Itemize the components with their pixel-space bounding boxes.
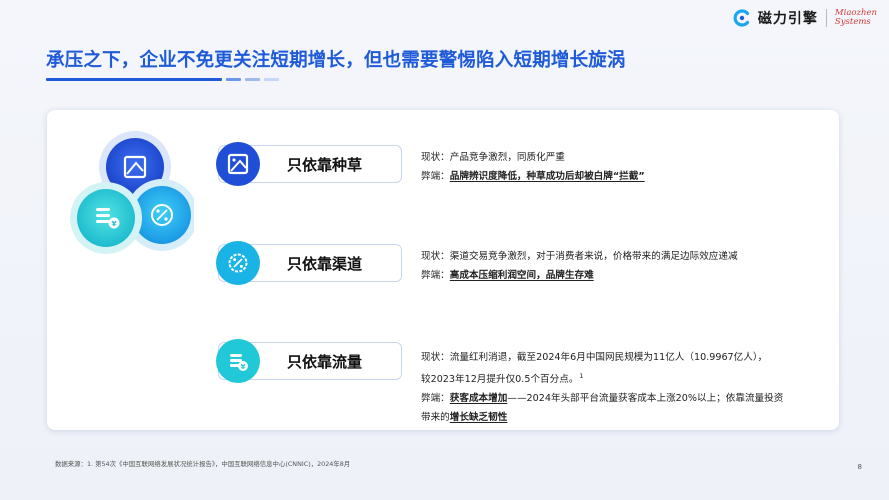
- data-source-note: 数据来源：1. 第54次《中国互联网络发展状况统计报告》，中国互联网络信息中心(…: [55, 460, 351, 468]
- svg-text:¥: ¥: [241, 363, 246, 371]
- strategy-label: 只依靠种草: [287, 156, 363, 174]
- brand-mark-icon: [733, 9, 750, 27]
- content-card: ¥ 只依靠种草 现状：产品竞争激烈，同质化严重 弊端：品牌辨识度降低，种草成功后…: [47, 110, 839, 430]
- brand-logo: 磁力引擎 Miaozhen Systems: [732, 8, 877, 28]
- page-number: 8: [857, 463, 862, 471]
- page-title: 承压之下，企业不免更关注短期增长，但也需要警惕陷入短期增长旋涡: [46, 50, 626, 71]
- brand-name-cn: 磁力引擎: [757, 11, 818, 27]
- brand-name-en: Miaozhen Systems: [834, 8, 877, 27]
- growth-illustration: ¥: [70, 131, 194, 254]
- strategy-label: 只依靠流量: [287, 353, 363, 371]
- footnote-mark: 1: [579, 372, 584, 380]
- strategy-label: 只依靠渠道: [287, 255, 363, 273]
- discount-badge-icon: [216, 241, 260, 285]
- image-frame-icon: [216, 142, 260, 186]
- strategy-description: 现状：产品竞争激烈，同质化严重 弊端：品牌辨识度降低，种草成功后却被白牌“拦截”: [421, 152, 645, 182]
- coin-stack-icon: ¥: [216, 339, 260, 383]
- title-underline: [46, 78, 279, 81]
- strategy-description: 现状：渠道交易竞争激烈，对于消费者来说，价格带来的满足边际效应递减 弊端：高成本…: [421, 251, 738, 281]
- svg-text:¥: ¥: [112, 220, 117, 228]
- strategy-description: 现状：流量红利消退，截至2024年6月中国网民规模为11亿人（10.9967亿人…: [421, 352, 784, 424]
